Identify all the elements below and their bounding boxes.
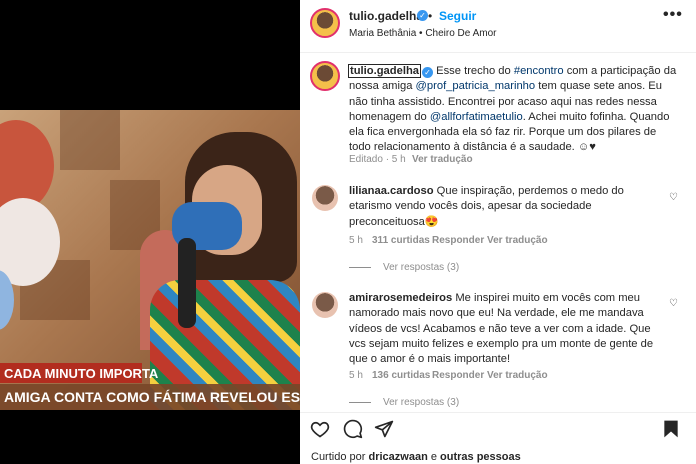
comment-time: 5 h (349, 370, 363, 381)
post-panel: tulio.gadelha ✓ • Seguir Maria Bethânia … (300, 0, 696, 464)
caption-edited: Editado · 5 h (349, 154, 406, 165)
comment-likes[interactable]: 311 curtidas (372, 235, 430, 246)
comment-item: amirarosemedeiros Me inspirei muito em v… (349, 292, 654, 366)
comment-username[interactable]: lilianaa.cardoso (349, 185, 434, 197)
comment-item: lilianaa.cardoso Que inspiração, perdemo… (349, 185, 624, 228)
tv-caption-top-text: CADA MINUTO IMPORTA (4, 366, 159, 381)
tv-caption-bottom: AMIGA CONTA COMO FÁTIMA REVELOU ESTAR A (0, 384, 300, 410)
liked-by-user[interactable]: dricazwaan (368, 451, 427, 463)
heart-outline-icon[interactable] (310, 419, 330, 439)
video-panel: CADA MINUTO IMPORTA AMIGA CONTA COMO FÁT… (0, 0, 300, 464)
comment-likes[interactable]: 136 curtidas (372, 370, 430, 381)
video-player[interactable]: CADA MINUTO IMPORTA AMIGA CONTA COMO FÁT… (0, 110, 300, 410)
comment-avatar[interactable] (312, 185, 338, 211)
comment-bubble-icon[interactable] (343, 419, 363, 439)
follow-button[interactable]: Seguir (439, 9, 476, 23)
mention-link[interactable]: @allforfatimaetulio (430, 111, 523, 123)
verified-icon: ✓ (417, 10, 428, 21)
comment-reply-button[interactable]: Responder (432, 235, 484, 246)
audio-track[interactable]: Maria Bethânia • Cheiro De Amor (349, 28, 496, 39)
liked-by-others[interactable]: outras pessoas (440, 451, 521, 463)
post-caption: tulio.gadelha ✓ Esse trecho do #encontro … (348, 64, 677, 154)
action-bar (300, 412, 696, 443)
author-avatar[interactable] (310, 8, 340, 38)
tv-caption-bottom-text: AMIGA CONTA COMO FÁTIMA REVELOU ESTAR A (4, 389, 300, 405)
caption-avatar[interactable] (310, 61, 340, 91)
comment-like-icon[interactable]: ♡ (669, 298, 678, 309)
hashtag-link[interactable]: #encontro (514, 65, 564, 77)
comment-time: 5 h (349, 235, 363, 246)
liked-by: Curtido por dricazwaan e outras pessoas (311, 451, 521, 463)
comment-translate-link[interactable]: Ver tradução (487, 235, 548, 246)
verified-icon: ✓ (422, 67, 433, 78)
bookmark-icon[interactable] (662, 419, 680, 439)
view-replies-button[interactable]: Ver respostas (3) (349, 397, 459, 408)
separator-dot: • (428, 9, 433, 23)
comment-reply-button[interactable]: Responder (432, 370, 484, 381)
caption-username[interactable]: tulio.gadelha (348, 64, 421, 78)
mention-link[interactable]: @prof_patricia_marinho (416, 80, 536, 92)
view-replies-button[interactable]: Ver respostas (3) (349, 262, 459, 273)
comment-avatar[interactable] (312, 292, 338, 318)
comment-username[interactable]: amirarosemedeiros (349, 292, 452, 304)
caption-translate-link[interactable]: Ver tradução (412, 154, 473, 165)
author-username[interactable]: tulio.gadelha (349, 9, 423, 23)
paper-plane-icon[interactable] (374, 419, 394, 439)
tv-caption-top: CADA MINUTO IMPORTA (0, 363, 158, 383)
comment-like-icon[interactable]: ♡ (669, 192, 678, 203)
post-header: tulio.gadelha ✓ • Seguir Maria Bethânia … (300, 0, 696, 53)
microphone (178, 238, 196, 328)
more-options-icon[interactable]: ••• (663, 6, 683, 24)
comment-translate-link[interactable]: Ver tradução (487, 370, 548, 381)
